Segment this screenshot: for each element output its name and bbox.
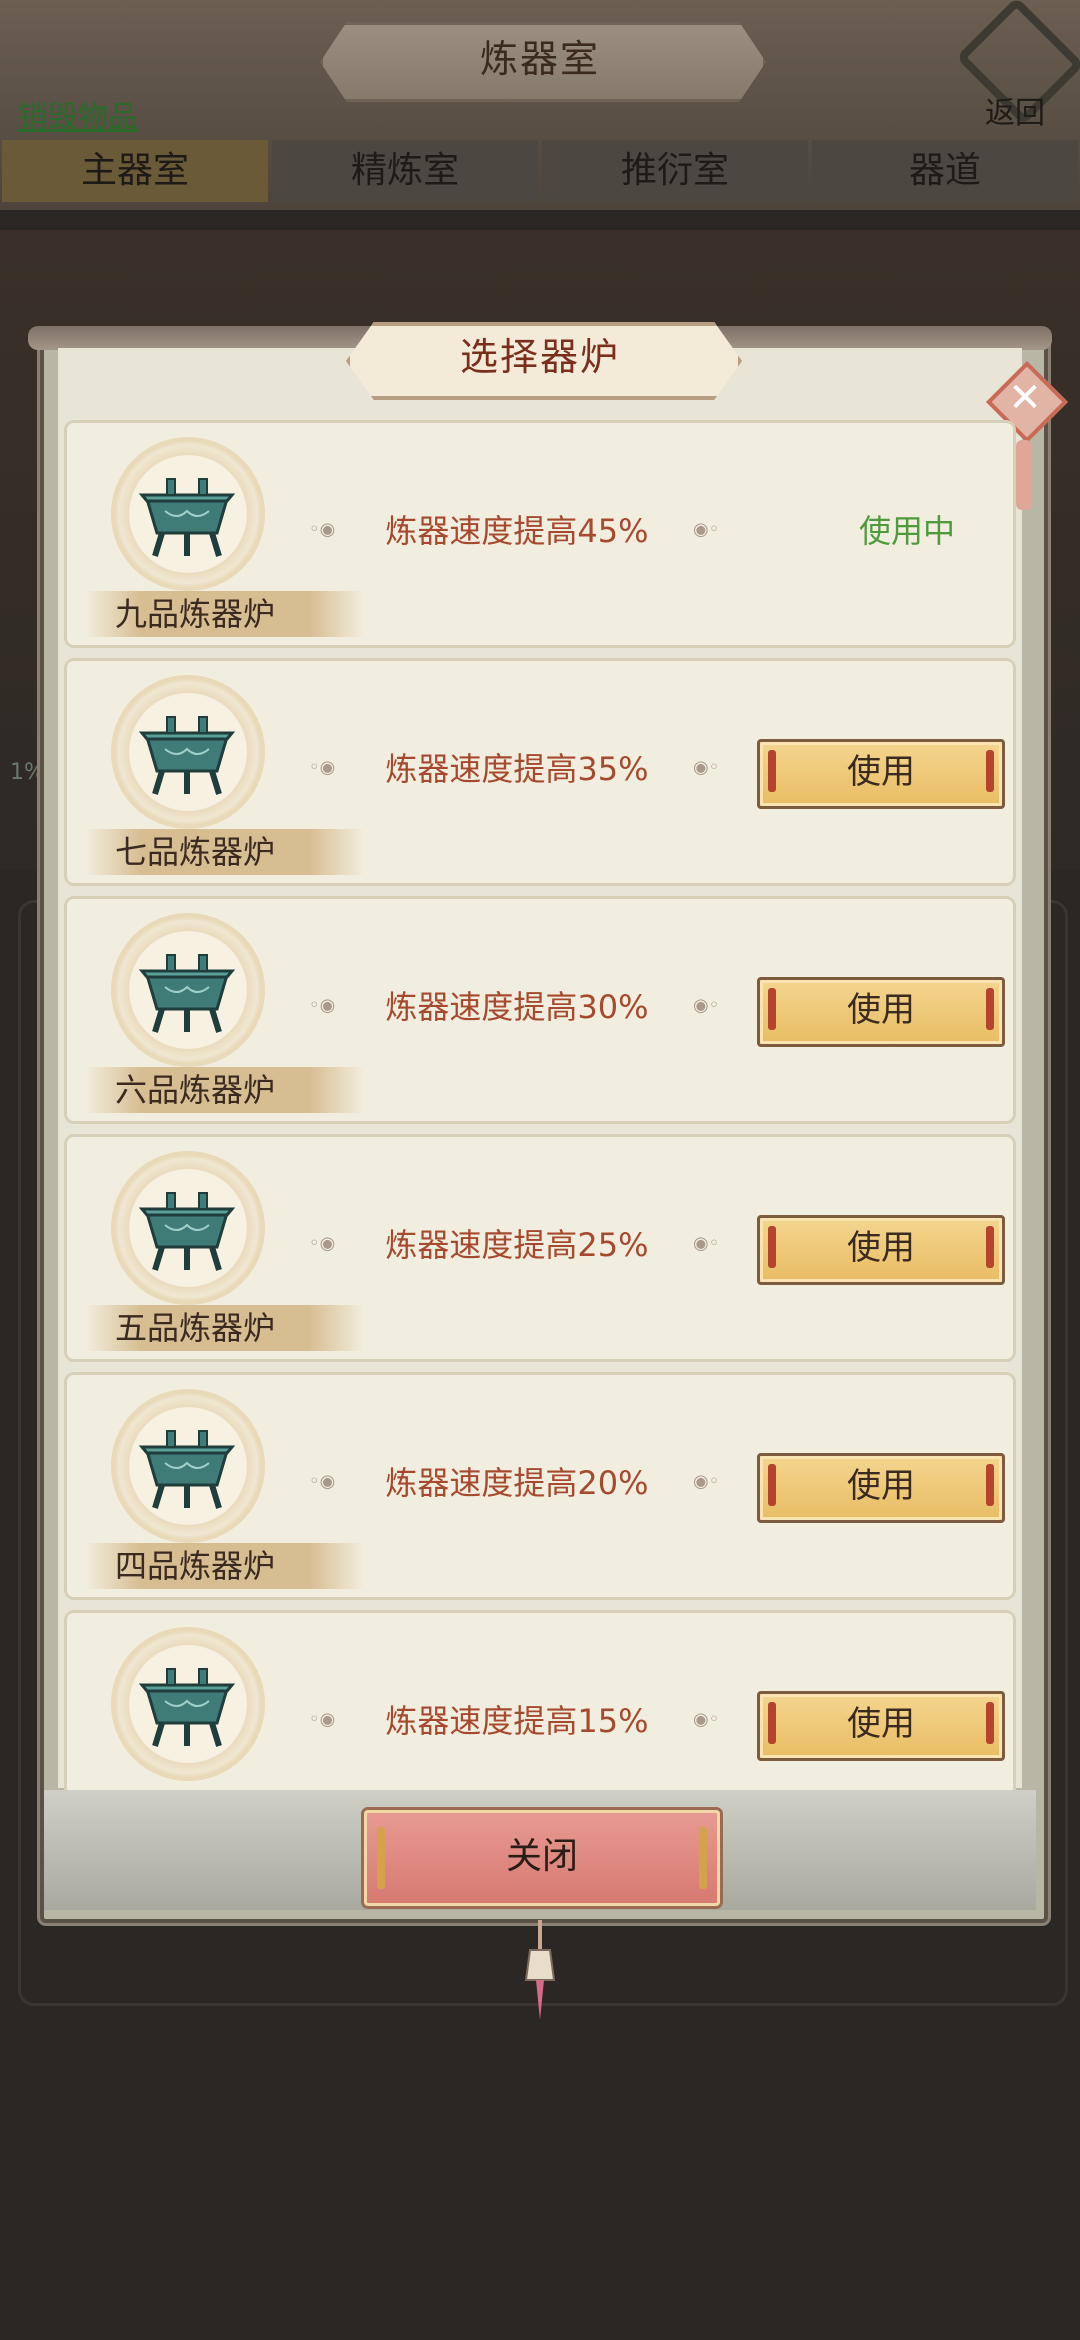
page-title: 炼器室: [479, 37, 600, 81]
ornament-dot-icon: ◉◦: [693, 1471, 720, 1492]
cauldron-icon: [138, 1668, 236, 1747]
in-use-status: 使用中: [858, 512, 955, 550]
furnace-effect: 炼器速度提高30%: [385, 988, 649, 1026]
furnace-name: 六品炼器炉: [114, 1071, 275, 1109]
ornament-dot-icon: ◦◉: [309, 995, 336, 1016]
furnace-item: 五品炼器炉 ◦◉ 炼器速度提高25% ◉◦ 使用: [64, 1134, 1016, 1362]
ornament-dot-icon: ◉◦: [693, 995, 720, 1016]
tab-bar: 主器室 精炼室 推衍室 器道: [0, 140, 1080, 206]
use-button[interactable]: 使用: [757, 739, 1005, 809]
cauldron-icon: [138, 1192, 236, 1271]
furnace-name: 五品炼器炉: [114, 1309, 275, 1347]
furnace-effect: 炼器速度提高20%: [385, 1464, 649, 1502]
use-button-label: 使用: [847, 1466, 915, 1506]
back-button[interactable]: 返回: [955, 0, 1080, 131]
furnace-effect: 炼器速度提高25%: [385, 1226, 649, 1264]
ornament-dot-icon: ◦◉: [309, 1471, 336, 1492]
back-label: 返回: [985, 96, 1045, 131]
button-ornament: [986, 1226, 994, 1268]
use-button[interactable]: 使用: [757, 1215, 1005, 1285]
furnace-item: 七品炼器炉 ◦◉ 炼器速度提高35% ◉◦ 使用: [64, 658, 1016, 886]
use-button-label: 使用: [847, 752, 915, 792]
cauldron-icon: [138, 478, 236, 557]
tassel-ornament: [1016, 440, 1032, 510]
tab-refine-room[interactable]: 精炼室: [272, 140, 538, 202]
use-button-label: 使用: [847, 1228, 915, 1268]
ornament-dot-icon: ◦◉: [309, 1233, 336, 1254]
ornament-dot-icon: ◉◦: [693, 1709, 720, 1730]
furnace-name: 七品炼器炉: [114, 833, 275, 871]
button-ornament: [699, 1827, 707, 1889]
modal-title: 选择器炉: [459, 335, 620, 379]
close-button-label: 关闭: [505, 1836, 578, 1877]
button-ornament: [986, 1464, 994, 1506]
tab-deduce-room[interactable]: 推衍室: [542, 140, 808, 202]
furnace-item: 四品炼器炉 ◦◉ 炼器速度提高20% ◉◦ 使用: [64, 1372, 1016, 1600]
furnace-effect: 炼器速度提高15%: [385, 1702, 649, 1740]
cauldron-icon: [138, 716, 236, 795]
use-button-label: 使用: [847, 990, 915, 1030]
ornament-dot-icon: ◦◉: [309, 1709, 336, 1730]
furnace-item: 九品炼器炉 ◦◉ 炼器速度提高45% ◉◦ 使用中: [64, 420, 1016, 648]
ornament-dot-icon: ◉◦: [693, 519, 720, 540]
ornament-dot-icon: ◉◦: [693, 757, 720, 778]
cauldron-icon: [138, 1430, 236, 1509]
use-button[interactable]: 使用: [757, 977, 1005, 1047]
use-button[interactable]: 使用: [757, 1691, 1005, 1761]
button-ornament: [986, 1702, 994, 1744]
furnace-item: ◦◉ 炼器速度提高15% ◉◦ 使用: [64, 1610, 1016, 1790]
tab-main-room[interactable]: 主器室: [2, 140, 268, 202]
cauldron-icon: [138, 954, 236, 1033]
bell-tassel-icon: [524, 1920, 556, 2020]
close-button[interactable]: 关闭: [364, 1810, 720, 1906]
furnace-list[interactable]: 九品炼器炉 ◦◉ 炼器速度提高45% ◉◦ 使用中 七品炼器炉 ◦◉ 炼器速度提…: [64, 420, 1016, 1790]
furnace-name: 四品炼器炉: [114, 1547, 275, 1585]
furnace-name: 九品炼器炉: [114, 595, 275, 633]
furnace-effect: 炼器速度提高35%: [385, 750, 649, 788]
furnace-effect: 炼器速度提高45%: [385, 512, 649, 550]
use-button[interactable]: 使用: [757, 1453, 1005, 1523]
button-ornament: [986, 750, 994, 792]
tab-artifact-dao[interactable]: 器道: [812, 140, 1078, 202]
ornament-dot-icon: ◉◦: [693, 1233, 720, 1254]
use-button-label: 使用: [847, 1704, 915, 1744]
furnace-item: 六品炼器炉 ◦◉ 炼器速度提高30% ◉◦ 使用: [64, 896, 1016, 1124]
ornament-dot-icon: ◦◉: [309, 519, 336, 540]
ornament-dot-icon: ◦◉: [309, 757, 336, 778]
destroy-items-link[interactable]: 销毁物品: [18, 92, 138, 136]
button-ornament: [986, 988, 994, 1030]
